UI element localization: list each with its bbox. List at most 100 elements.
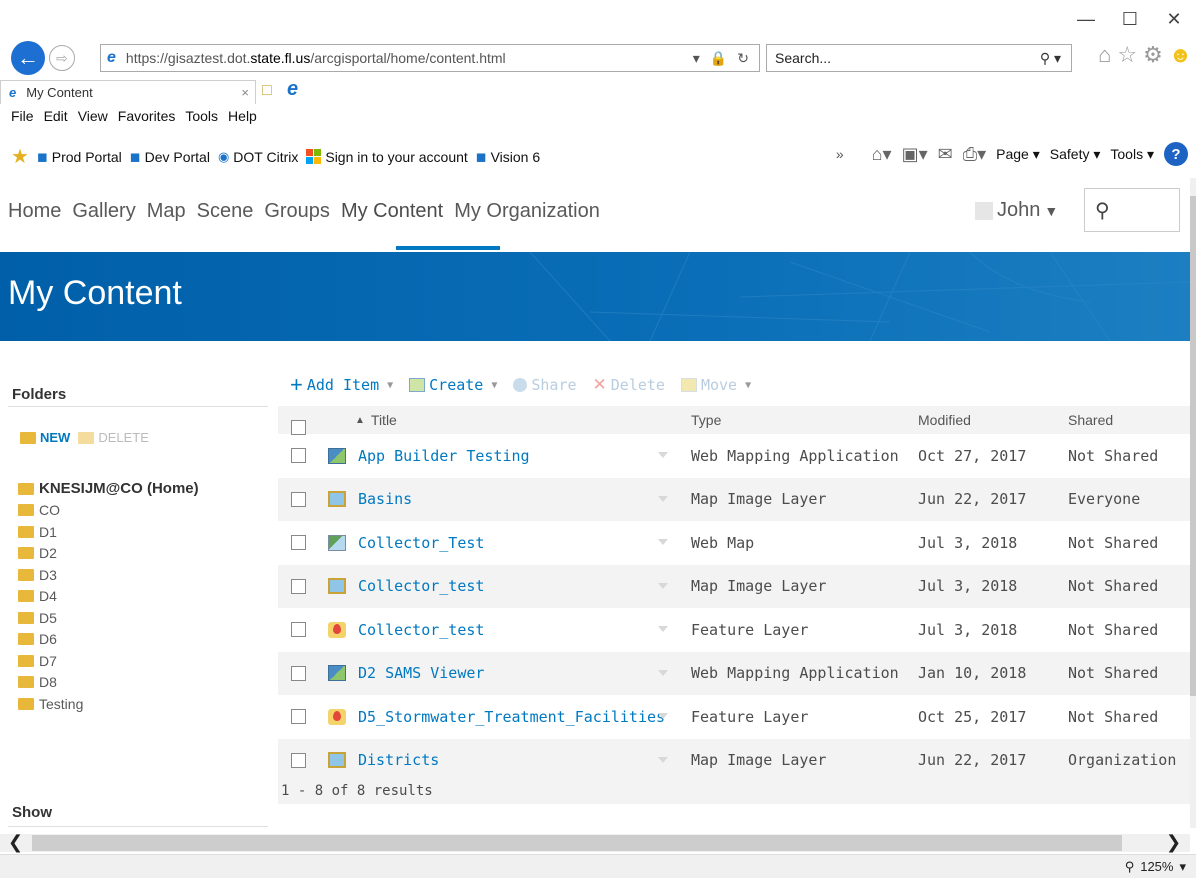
folder-item[interactable]: D1: [18, 521, 199, 543]
print-icon[interactable]: ⎙▾: [963, 144, 986, 165]
select-all-checkbox[interactable]: [291, 420, 306, 435]
row-options-chevron-icon[interactable]: [658, 626, 668, 632]
menu-favorites[interactable]: Favorites: [118, 108, 176, 132]
table-row[interactable]: D5_Stormwater_Treatment_Facilities Featur…: [278, 695, 1190, 739]
dropdown-arrow-icon[interactable]: ▾: [693, 50, 700, 67]
nav-groups[interactable]: Groups: [264, 200, 330, 223]
row-options-chevron-icon[interactable]: [658, 539, 668, 545]
feedback-smiley-icon[interactable]: ☻: [1169, 42, 1192, 68]
folder-item[interactable]: D7: [18, 650, 199, 672]
shared-column-header[interactable]: Shared: [1068, 412, 1113, 428]
safety-menu[interactable]: Safety ▾: [1050, 146, 1101, 163]
folder-item[interactable]: D8: [18, 672, 199, 694]
create-button[interactable]: Create ▼: [409, 376, 497, 394]
new-tab-icon[interactable]: □: [262, 82, 282, 102]
address-bar[interactable]: e https://gisaztest.dot.state.fl.us/arcg…: [100, 44, 760, 72]
close-window-button[interactable]: ✕: [1152, 0, 1196, 38]
share-button[interactable]: Share: [513, 376, 577, 394]
nav-map[interactable]: Map: [147, 200, 186, 223]
folder-item[interactable]: Testing: [18, 693, 199, 715]
folder-item[interactable]: D3: [18, 564, 199, 586]
mail-icon[interactable]: ✉: [938, 144, 953, 165]
nav-my-content[interactable]: My Content: [341, 200, 443, 223]
folder-item[interactable]: KNESIJM@CO (Home): [18, 478, 199, 500]
row-options-chevron-icon[interactable]: [658, 713, 668, 719]
nav-my-organization[interactable]: My Organization: [454, 200, 600, 223]
item-title-link[interactable]: D5_Stormwater_Treatment_Facilities: [358, 708, 665, 726]
maximize-button[interactable]: ☐: [1108, 0, 1152, 38]
portal-search-button[interactable]: ⚲: [1084, 188, 1180, 232]
add-item-button[interactable]: + Add Item ▼: [290, 372, 393, 398]
scroll-right-icon[interactable]: ❯: [1166, 832, 1181, 853]
item-title-link[interactable]: Collector_test: [358, 621, 484, 639]
tab-my-content[interactable]: e My Content ×: [0, 80, 256, 104]
table-row[interactable]: Collector_test Feature Layer Jul 3, 2018 No…: [278, 608, 1190, 652]
delete-button[interactable]: ✕ Delete: [593, 375, 665, 395]
tools-menu[interactable]: Tools ▾: [1110, 146, 1154, 163]
minimize-button[interactable]: —: [1064, 0, 1108, 38]
edge-icon[interactable]: e: [287, 78, 298, 101]
row-options-chevron-icon[interactable]: [658, 669, 668, 676]
row-options-chevron-icon[interactable]: [658, 756, 668, 763]
user-menu[interactable]: John ▼: [975, 199, 1058, 222]
back-button[interactable]: ←: [11, 41, 45, 75]
menu-help[interactable]: Help: [228, 108, 257, 132]
row-checkbox[interactable]: [291, 535, 306, 550]
move-button[interactable]: Move ▼: [680, 376, 751, 394]
add-favorite-star-icon[interactable]: ★: [11, 144, 29, 169]
row-checkbox[interactable]: [291, 665, 306, 681]
title-column-header[interactable]: ▲ Title: [355, 412, 397, 428]
nav-scene[interactable]: Scene: [197, 200, 254, 223]
settings-gear-icon[interactable]: ⚙: [1143, 42, 1163, 68]
nav-home[interactable]: Home: [8, 200, 61, 223]
scroll-left-icon[interactable]: ❮: [8, 832, 23, 853]
scroll-thumb[interactable]: [1190, 196, 1196, 696]
favorite-dot-citrix[interactable]: ◉ DOT Citrix: [218, 149, 298, 165]
row-checkbox[interactable]: [291, 491, 306, 507]
row-checkbox[interactable]: [291, 578, 306, 594]
folder-item[interactable]: D6: [18, 629, 199, 651]
favorite-dev-portal[interactable]: ◼ Dev Portal: [130, 149, 210, 165]
chevron-more-icon[interactable]: »: [836, 146, 844, 162]
item-title-link[interactable]: Districts: [358, 751, 439, 769]
folder-item[interactable]: D4: [18, 586, 199, 608]
row-options-chevron-icon[interactable]: [658, 495, 668, 502]
row-checkbox[interactable]: [291, 709, 306, 724]
help-icon[interactable]: ?: [1164, 142, 1188, 166]
row-checkbox[interactable]: [291, 448, 306, 463]
item-title-link[interactable]: D2 SAMS Viewer: [358, 664, 484, 682]
horizontal-scrollbar[interactable]: ❮ ❯: [0, 832, 1190, 853]
table-row[interactable]: App Builder Testing Web Mapping Applicati…: [278, 434, 1190, 478]
menu-tools[interactable]: Tools: [185, 108, 218, 132]
favorite-prod-portal[interactable]: ◼ Prod Portal: [37, 149, 122, 165]
home-icon[interactable]: ⌂: [1098, 42, 1111, 68]
vertical-scrollbar[interactable]: [1190, 178, 1196, 828]
page-menu[interactable]: Page ▾: [996, 146, 1040, 163]
row-checkbox[interactable]: [291, 622, 306, 637]
delete-folder-button[interactable]: DELETE: [78, 430, 149, 445]
row-options-chevron-icon[interactable]: [658, 452, 668, 458]
nav-gallery[interactable]: Gallery: [72, 200, 135, 223]
folder-item[interactable]: D2: [18, 543, 199, 565]
lock-icon[interactable]: 🔒: [710, 50, 727, 67]
table-row[interactable]: Districts Map Image Layer Jun 22, 2017 Orga…: [278, 738, 1190, 782]
new-folder-button[interactable]: NEW: [20, 430, 70, 445]
table-row[interactable]: Collector_Test Web Map Jul 3, 2018 Not Shar…: [278, 521, 1190, 565]
table-row[interactable]: D2 SAMS Viewer Web Mapping Application Jan…: [278, 651, 1190, 695]
item-title-link[interactable]: Collector_Test: [358, 534, 484, 552]
item-title-link[interactable]: App Builder Testing: [358, 447, 530, 465]
menu-file[interactable]: File: [11, 108, 34, 132]
row-options-chevron-icon[interactable]: [658, 582, 668, 589]
favorites-star-icon[interactable]: ☆: [1117, 42, 1137, 68]
folder-item[interactable]: CO: [18, 500, 199, 522]
type-column-header[interactable]: Type: [691, 412, 721, 428]
favorite-vision-6[interactable]: ◼ Vision 6: [476, 149, 540, 165]
folder-item[interactable]: D5: [18, 607, 199, 629]
close-tab-icon[interactable]: ×: [241, 85, 255, 100]
favorite-sign-in[interactable]: Sign in to your account: [306, 149, 468, 165]
item-title-link[interactable]: Collector_test: [358, 577, 484, 595]
browser-search-box[interactable]: Search... ⚲ ▾: [766, 44, 1072, 72]
home-icon[interactable]: ⌂▾: [872, 144, 892, 165]
menu-edit[interactable]: Edit: [44, 108, 68, 132]
menu-view[interactable]: View: [78, 108, 108, 132]
